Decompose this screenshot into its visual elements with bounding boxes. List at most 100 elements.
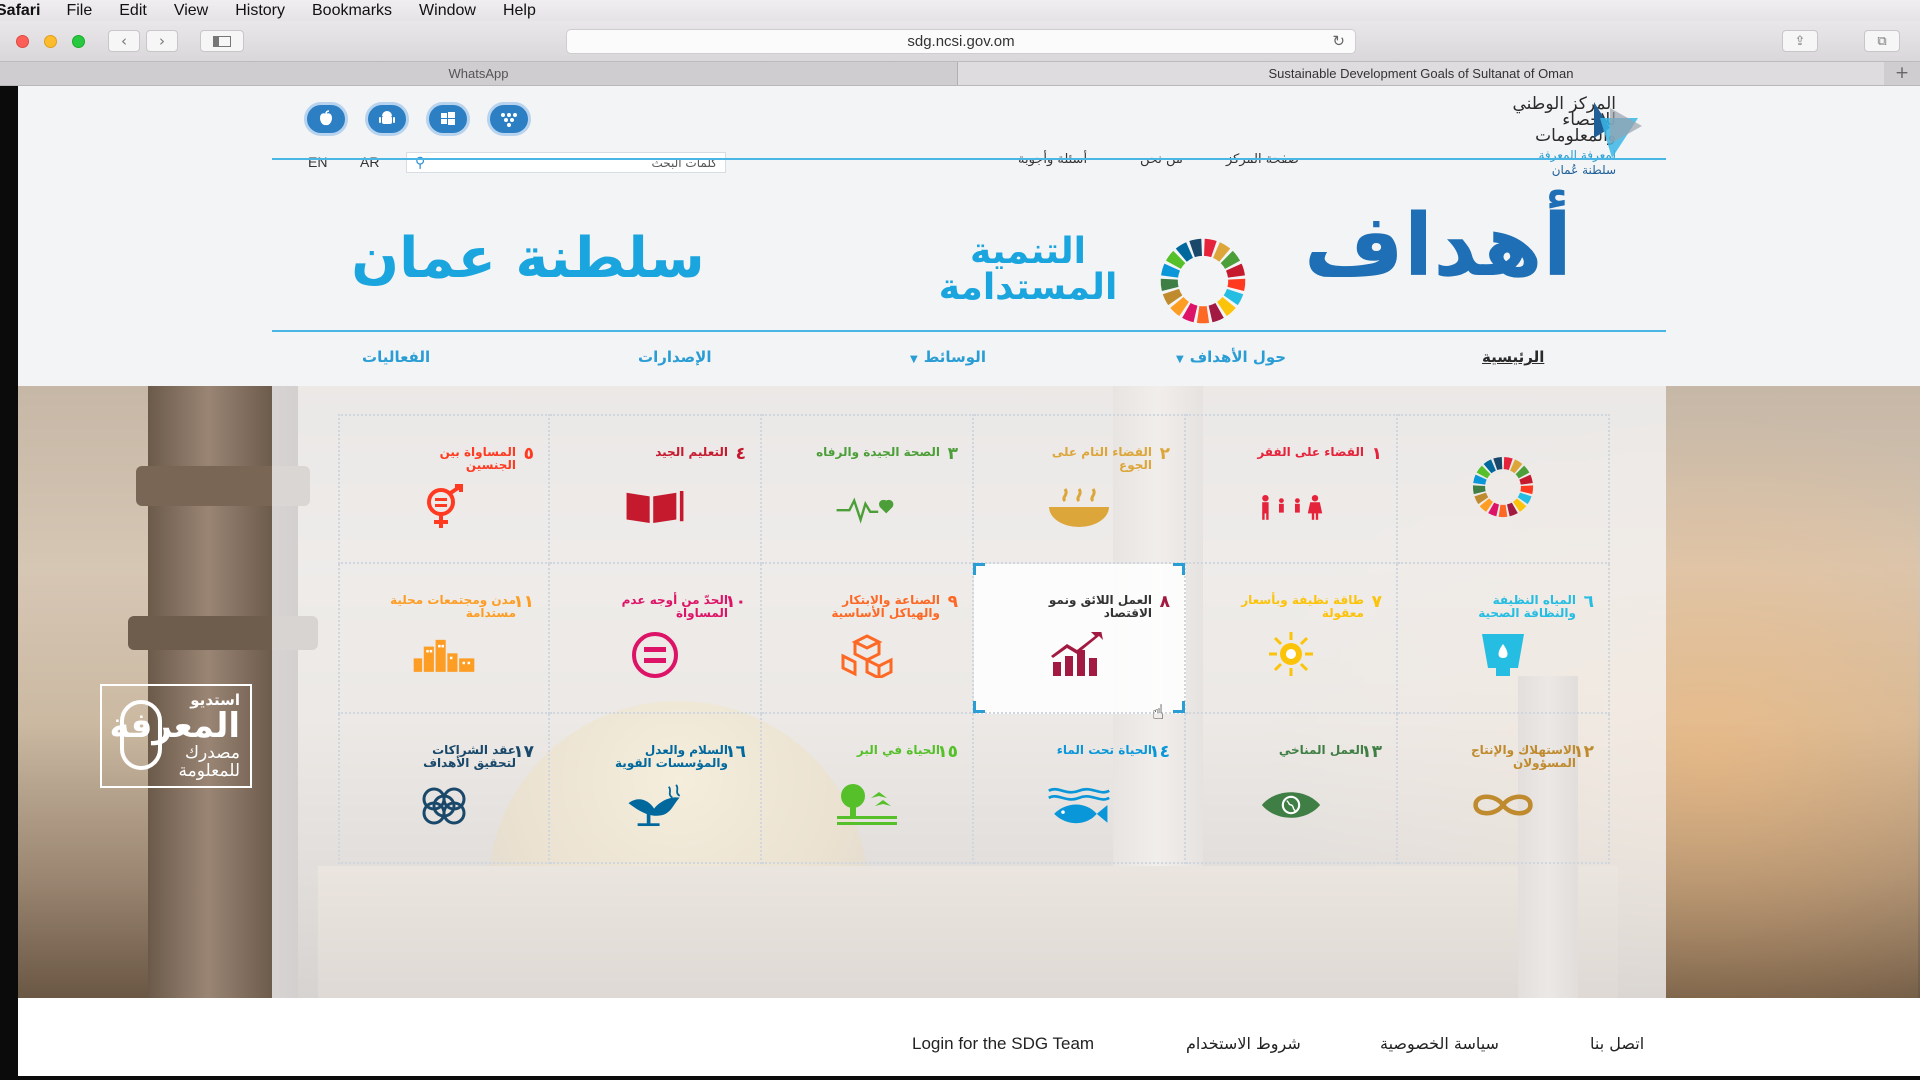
goal-11-icon	[412, 630, 476, 680]
menu-app[interactable]: Safari	[0, 2, 40, 20]
goal-6-icon	[1471, 630, 1535, 680]
goal-cell-1[interactable]: ١ القضاء على الفقر	[1186, 414, 1398, 564]
zoom-window-button[interactable]	[72, 35, 85, 48]
goal-title: عقد الشراكات لتحقيق الأهداف	[423, 743, 516, 770]
share-icon: ⇪	[1794, 33, 1806, 49]
address-bar[interactable]: sdg.ncsi.gov.om ↻	[566, 29, 1356, 54]
goal-16-icon	[623, 780, 687, 830]
tab-bar: WhatsApp Sustainable Development Goals o…	[0, 62, 1920, 86]
footer-login-link[interactable]: Login for the SDG Team	[912, 1034, 1094, 1054]
menu-file[interactable]: File	[66, 2, 92, 20]
tab-sdg-oman[interactable]: Sustainable Development Goals of Sultana…	[958, 62, 1884, 85]
new-tab-button[interactable]: +	[1884, 62, 1920, 85]
goal-number: ٣	[947, 444, 958, 464]
focus-corner	[973, 563, 985, 575]
app-download-icons	[304, 102, 548, 136]
goal-cell-16[interactable]: ١٦ السلام والعدل والمؤسسات القوية	[550, 714, 762, 864]
close-window-button[interactable]	[16, 35, 29, 48]
menu-view[interactable]: View	[174, 2, 208, 20]
menu-edit[interactable]: Edit	[119, 2, 147, 20]
sdg-wheel-icon	[1471, 456, 1535, 518]
footer-terms-link[interactable]: شروط الاستخدام	[1186, 1034, 1301, 1053]
goal-cell-11[interactable]: ١١ مدن ومجتمعات محلية مستدامة	[338, 564, 550, 714]
android-icon[interactable]	[365, 102, 409, 136]
goal-number: ٧	[1371, 592, 1382, 612]
menu-window[interactable]: Window	[419, 2, 476, 20]
goal-cell-12[interactable]: ١٢ الاستهلاك والإنتاج المسؤولان	[1398, 714, 1610, 864]
footer-contact-link[interactable]: اتصل بنا	[1590, 1034, 1644, 1053]
footer-privacy-link[interactable]: سياسة الخصوصية	[1380, 1034, 1499, 1053]
blackberry-icon[interactable]	[487, 102, 531, 136]
banner-ahdaf-title: أهداف	[1303, 196, 1573, 296]
sdg-wheel-icon	[1160, 238, 1246, 324]
goal-3-icon	[835, 482, 899, 532]
menu-bookmarks[interactable]: Bookmarks	[312, 2, 392, 20]
goal-title: المساواة بين الجنسين	[439, 445, 516, 472]
mac-menubar: Safari File Edit View History Bookmarks …	[0, 0, 1920, 21]
lang-ar-link[interactable]: AR	[360, 154, 379, 170]
goal-number: ١١	[513, 592, 534, 612]
reload-icon[interactable]: ↻	[1332, 30, 1345, 53]
goal-cell-7[interactable]: ٧ طاقة نظيفة وبأسعار معقولة	[1186, 564, 1398, 714]
forward-button[interactable]: ›	[146, 30, 178, 52]
goal-cell-4[interactable]: ٤ التعليم الجيد	[550, 414, 762, 564]
chevron-left-icon: ‹	[121, 32, 127, 50]
goal-number: ٥	[523, 444, 534, 464]
tabs-overview-button[interactable]: ⧉	[1864, 30, 1900, 52]
nav-about-goals[interactable]: حول الأهداف ▼	[1176, 348, 1286, 366]
menu-history[interactable]: History	[235, 2, 285, 20]
goal-number: ٩	[947, 592, 958, 612]
nav-home[interactable]: الرئيسية	[1482, 348, 1544, 366]
goal-8-icon	[1047, 630, 1111, 680]
goal-cell-14[interactable]: ١٤ الحياة تحت الماء	[974, 714, 1186, 864]
goal-number: ٤	[735, 444, 746, 464]
goal-title: الصناعة والابتكار والهياكل الأساسية	[831, 593, 940, 620]
goal-cell-9[interactable]: ٩ الصناعة والابتكار والهياكل الأساسية	[762, 564, 974, 714]
focus-corner	[1173, 563, 1185, 575]
windows-icon[interactable]	[426, 102, 470, 136]
goal-cell-13[interactable]: ١٣ العمل المناخي	[1186, 714, 1398, 864]
sidebar-toggle-button[interactable]	[200, 30, 244, 52]
nav-events[interactable]: الفعاليات	[362, 348, 430, 366]
goal-number: ٦	[1583, 592, 1594, 612]
goal-title: طاقة نظيفة وبأسعار معقولة	[1241, 593, 1364, 620]
browser-toolbar: ‹ › sdg.ncsi.gov.om ↻ ⇪ ⧉	[0, 21, 1920, 62]
goal-14-icon	[1047, 780, 1111, 830]
goal-number: ١٣	[1361, 742, 1382, 762]
menu-help[interactable]: Help	[503, 2, 536, 20]
minimize-window-button[interactable]	[44, 35, 57, 48]
goal-title: المياه النظيفة والنظافة الصحية	[1478, 593, 1576, 620]
goal-7-icon	[1259, 630, 1323, 680]
goal-number: ١	[1371, 444, 1382, 464]
goal-title: الصحة الجيدة والرفاه	[816, 445, 940, 459]
goal-cell-10[interactable]: ١٠ الحدّ من أوجه عدم المساواة	[550, 564, 762, 714]
nav-publications[interactable]: الإصدارات	[638, 348, 711, 366]
share-button[interactable]: ⇪	[1782, 30, 1818, 52]
goal-cell-8[interactable]: ٨ العمل اللائق ونمو الاقتصاد	[973, 563, 1186, 714]
banner-divider	[272, 330, 1666, 332]
goal-12-icon	[1471, 780, 1535, 830]
apple-icon[interactable]	[304, 102, 348, 136]
goal-cell-15[interactable]: ١٥ الحياة في البر	[762, 714, 974, 864]
goal-title: السلام والعدل والمؤسسات القوية	[615, 743, 728, 770]
back-button[interactable]: ‹	[108, 30, 140, 52]
goal-cell-3[interactable]: ٣ الصحة الجيدة والرفاه	[762, 414, 974, 564]
tab-whatsapp[interactable]: WhatsApp	[0, 62, 958, 85]
goal-number: ٨	[1159, 592, 1170, 612]
microphone-icon	[120, 700, 162, 770]
goal-number: ٢	[1159, 444, 1170, 464]
goal-number: ١٥	[937, 742, 958, 762]
goal-13-icon	[1259, 780, 1323, 830]
footer: اتصل بنا سياسة الخصوصية شروط الاستخدام L…	[18, 998, 1920, 1076]
goal-cell-2[interactable]: ٢ القضاء التام على الجوع	[974, 414, 1186, 564]
search-icon[interactable]: ⚲	[415, 155, 433, 171]
lang-en-link[interactable]: EN	[308, 154, 327, 170]
goal-cell-6[interactable]: ٦ المياه النظيفة والنظافة الصحية	[1398, 564, 1610, 714]
nav-media[interactable]: الوسائط ▼	[910, 348, 986, 366]
goal-title: الحياة تحت الماء	[1056, 743, 1152, 757]
goal-cell-5[interactable]: ٥ المساواة بين الجنسين	[338, 414, 550, 564]
search-box: ⚲	[406, 152, 726, 173]
goal-title: العمل المناخي	[1278, 743, 1364, 757]
goal-cell-17[interactable]: ١٧ عقد الشراكات لتحقيق الأهداف	[338, 714, 550, 864]
goal-cell-all[interactable]	[1398, 414, 1610, 564]
